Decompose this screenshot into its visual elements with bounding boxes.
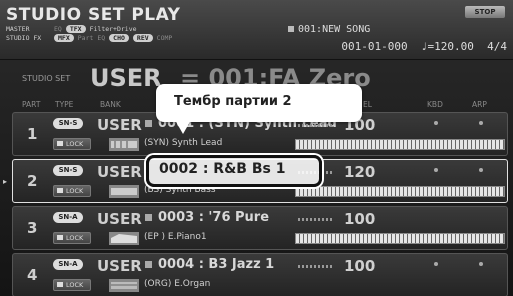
- part-number: 3: [27, 219, 38, 237]
- part-bank: USER: [97, 257, 142, 275]
- arp-indicator[interactable]: [479, 121, 483, 125]
- part-level[interactable]: 100: [344, 257, 375, 275]
- lock-label: LOCK: [66, 187, 84, 195]
- lock-label: LOCK: [66, 281, 84, 289]
- level-meter: [298, 265, 334, 268]
- part-level[interactable]: 100: [344, 210, 375, 228]
- comp-label[interactable]: COMP: [157, 34, 173, 42]
- col-level: EL: [363, 100, 372, 109]
- lock-label: LOCK: [66, 234, 84, 242]
- arp-indicator[interactable]: [479, 168, 483, 172]
- bass-icon: [109, 185, 139, 198]
- song-name: 001:NEW SONG: [288, 24, 370, 35]
- tone-category: (ORG) E.Organ: [144, 279, 211, 289]
- lock-icon: [57, 187, 63, 193]
- lock-label: LOCK: [66, 140, 84, 148]
- master-label: MASTER: [6, 24, 30, 33]
- lock-icon: [57, 140, 63, 146]
- tone-square-icon: [145, 261, 152, 268]
- keyboard-range: [295, 233, 505, 244]
- selected-arrow-icon: ▸: [3, 177, 8, 186]
- tone-square-icon: [145, 214, 152, 221]
- keyboard-range: [295, 139, 505, 150]
- rev-pill[interactable]: REV: [132, 34, 153, 42]
- col-bank: BANK: [100, 100, 121, 109]
- callout-bubble: Тембр партии 2: [156, 84, 362, 122]
- tone-label: 0004 : B3 Jazz 1: [158, 257, 275, 272]
- level-meter: [298, 218, 334, 221]
- col-type: TYPE: [55, 100, 74, 109]
- synth-icon: [109, 138, 139, 151]
- time-signature: 4/4: [487, 40, 507, 53]
- tone-category: (EP ) E.Piano1: [144, 232, 207, 242]
- lock-button[interactable]: LOCK: [53, 279, 91, 291]
- highlighted-tone-label: 0002 : R&B Bs 1: [159, 161, 286, 177]
- part-number: 2: [27, 172, 38, 190]
- part-number: 1: [27, 125, 38, 143]
- lock-button[interactable]: LOCK: [53, 232, 91, 244]
- lock-icon: [57, 281, 63, 287]
- song-position: 001-01-000 ♩=120.00 4/4: [341, 40, 507, 53]
- kbd-indicator[interactable]: [434, 121, 438, 125]
- position-value: 001-01-000: [341, 40, 408, 53]
- tone-square-icon: [145, 120, 152, 127]
- tfx-type: Filter+Drive: [89, 25, 137, 33]
- tfx-pill[interactable]: TFX: [65, 25, 86, 33]
- tempo-value: ♩=120.00: [420, 40, 474, 53]
- lock-button[interactable]: LOCK: [53, 185, 91, 197]
- tone-label: 0003 : '76 Pure: [158, 210, 270, 225]
- cho-pill[interactable]: CHO: [109, 34, 129, 42]
- song-label: 001:NEW SONG: [298, 24, 371, 35]
- studio-set-bank: USER: [90, 64, 162, 92]
- part-eq-label[interactable]: Part EQ: [78, 34, 105, 42]
- highlighted-tone[interactable]: 0002 : R&B Bs 1: [146, 155, 322, 187]
- kbd-indicator[interactable]: [434, 168, 438, 172]
- song-icon: [288, 26, 294, 32]
- callout-text: Тембр партии 2: [174, 94, 292, 109]
- arp-indicator[interactable]: [479, 262, 483, 266]
- stop-button[interactable]: STOP: [465, 6, 505, 18]
- keyboard-range: [295, 186, 505, 197]
- header: STUDIO SET PLAY STOP MASTER EQ TFX Filte…: [0, 0, 513, 60]
- part-bank: USER: [97, 163, 142, 181]
- studio-fx-label: STUDIO FX: [6, 33, 42, 42]
- eq-label[interactable]: EQ: [54, 25, 62, 33]
- lock-icon: [57, 234, 63, 240]
- master-fx-row: MASTER EQ TFX Filter+Drive: [6, 25, 137, 33]
- tone-category: (SYN) Synth Lead: [144, 138, 223, 148]
- studio-set-label: STUDIO SET: [22, 74, 71, 83]
- studio-fx-row: STUDIO FX MFX Part EQ CHO REV COMP: [6, 34, 172, 42]
- part-bank: USER: [97, 210, 142, 228]
- part-type: SN-S: [53, 165, 83, 176]
- screen-title: STUDIO SET PLAY: [6, 5, 181, 25]
- col-arp: ARP: [472, 100, 487, 109]
- col-part: PART: [22, 100, 41, 109]
- callout-pointer: [175, 120, 191, 134]
- mfx-pill[interactable]: MFX: [54, 34, 74, 42]
- lock-button[interactable]: LOCK: [53, 138, 91, 150]
- piano-icon: [109, 232, 139, 245]
- tone-name[interactable]: 0003 : '76 Pure: [145, 210, 269, 225]
- col-kbd: KBD: [427, 100, 443, 109]
- part-type: SN-S: [53, 118, 83, 129]
- studio-set-play-screen: STUDIO SET PLAY STOP MASTER EQ TFX Filte…: [0, 0, 513, 296]
- part-level[interactable]: 120: [344, 163, 375, 181]
- part-type: SN-A: [53, 259, 83, 270]
- part-row-4[interactable]: 4 SN-A LOCK USER 0004 : B3 Jazz 1 (ORG) …: [12, 253, 508, 296]
- part-number: 4: [27, 266, 38, 284]
- tone-name[interactable]: 0004 : B3 Jazz 1: [145, 257, 274, 272]
- part-type: SN-A: [53, 212, 83, 223]
- part-bank: USER: [97, 116, 142, 134]
- part-row-3[interactable]: 3 SN-A LOCK USER 0003 : '76 Pure (EP ) E…: [12, 206, 508, 250]
- organ-icon: [109, 279, 139, 292]
- level-meter: [298, 124, 334, 127]
- kbd-indicator[interactable]: [434, 262, 438, 266]
